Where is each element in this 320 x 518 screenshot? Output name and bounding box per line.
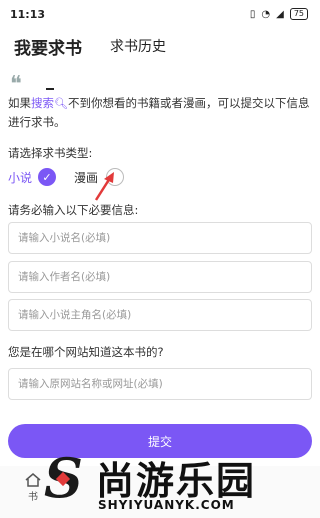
wifi-icon: ◔ — [261, 8, 271, 20]
checkmark-icon: ✓ — [38, 168, 57, 186]
watermark-logo: S 尚游乐园 SHYIYUANYK.COM — [44, 448, 320, 518]
quote-icon: ❝ — [10, 72, 22, 97]
author-name-input[interactable] — [9, 262, 311, 292]
author-name-field — [8, 261, 312, 293]
vibrate-icon: ▯ — [249, 8, 256, 20]
signal-icon: ◢ — [276, 8, 284, 20]
tab-bar: 我要求书 求书历史 — [0, 30, 320, 90]
red-arrow-icon — [94, 172, 114, 201]
source-site-input[interactable] — [9, 369, 311, 399]
option-novel-label: 小说 — [8, 170, 33, 185]
nav-bookshelf-label: 书 — [28, 492, 38, 503]
status-time: 11:13 — [10, 8, 46, 21]
battery-icon: 75 — [289, 8, 308, 20]
novel-name-input[interactable] — [9, 223, 311, 253]
nav-item-bookshelf[interactable]: 书 — [24, 472, 42, 503]
source-site-field — [8, 368, 312, 400]
search-link[interactable]: 搜索 — [31, 96, 54, 110]
protagonist-name-input[interactable] — [9, 300, 311, 330]
tab-request-history[interactable]: 求书历史 — [110, 36, 166, 56]
watermark-english: SHYIYUANYK.COM — [98, 498, 235, 512]
tab-request-book[interactable]: 我要求书 — [14, 34, 82, 59]
protagonist-name-field — [8, 299, 312, 331]
intro-text: 如果搜索🔍︎不到你想看的书籍或者漫画，可以提交以下信息进行求书。 — [8, 94, 313, 131]
search-icon: 🔍︎ — [54, 97, 68, 110]
status-icons: ▯ ◔ ◢ 75 — [250, 8, 308, 20]
option-novel[interactable]: 小说 ✓ — [8, 168, 57, 186]
site-question-label: 您是在哪个网站知道这本书的? — [8, 345, 164, 359]
intro-prefix: 如果 — [8, 96, 31, 110]
watermark-chinese: 尚游乐园 — [96, 459, 257, 503]
novel-name-field — [8, 222, 312, 254]
book-type-label: 请选择求书类型: — [8, 146, 93, 160]
status-bar: 11:13 ▯ ◔ ◢ 75 — [0, 0, 320, 28]
home-icon — [25, 473, 41, 487]
required-info-label: 请务必输入以下必要信息: — [8, 203, 139, 217]
active-tab-indicator — [46, 88, 54, 90]
